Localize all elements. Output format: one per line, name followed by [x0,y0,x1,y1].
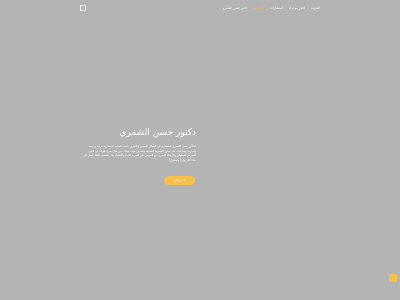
book-now-button[interactable]: احجز الآن [164,176,195,185]
hero-section: دكتور حسن الشمري الدكتور حسن الشمري استش… [80,128,196,163]
nav-item-home-name[interactable]: دكتور حسن الشمري [222,6,248,10]
hero-description: الدكتور حسن الشمري استشاري في المجال الن… [83,145,196,162]
nav-item-booking[interactable]: احجز موعدك [289,6,305,10]
page-background: دكتور حسن الشمري الرئيسية استشارات احجز … [0,0,400,300]
nav-item-consultations[interactable]: استشارات [270,6,283,10]
nav-item-blog[interactable]: المدونة [311,6,320,10]
main-nav: دكتور حسن الشمري الرئيسية استشارات احجز … [222,6,320,10]
hero-title: دكتور حسن الشمري [119,128,196,138]
logo-icon[interactable] [80,5,86,11]
chat-icon[interactable] [389,274,397,282]
nav-item-home[interactable]: الرئيسية [254,6,264,10]
